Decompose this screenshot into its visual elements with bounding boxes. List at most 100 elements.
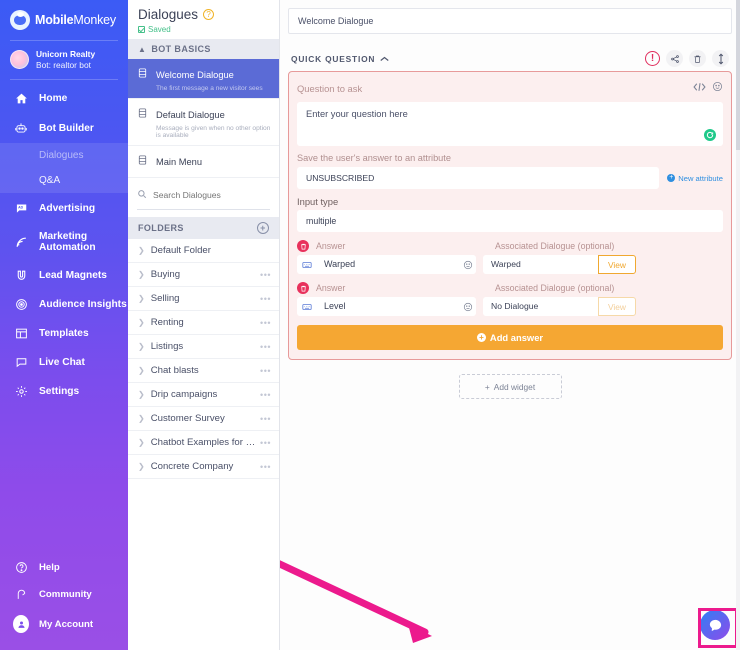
sidebar-item-lead-magnets[interactable]: Lead Magnets	[0, 261, 128, 290]
folder-menu-icon[interactable]: •••	[260, 366, 271, 376]
error-icon[interactable]: !	[645, 51, 660, 66]
keyboard-icon[interactable]	[297, 297, 316, 316]
bot-basics-section-header[interactable]: ▲ BOT BASICS	[128, 39, 279, 59]
keyboard-icon[interactable]	[297, 255, 316, 274]
question-textarea[interactable]: Enter your question here	[297, 102, 723, 146]
dialogue-item-default[interactable]: Default Dialogue Message is given when n…	[128, 99, 279, 146]
smiley-icon[interactable]	[712, 79, 723, 97]
input-type-select[interactable]: multiple	[297, 210, 723, 232]
widget-label[interactable]: QUICK QUESTION	[291, 54, 389, 64]
view-button[interactable]: View	[598, 297, 636, 316]
question-label: Question to ask	[297, 83, 362, 94]
folder-row[interactable]: ❯Chat blasts•••	[128, 359, 279, 383]
sidebar-item-templates[interactable]: Templates	[0, 319, 128, 348]
folder-menu-icon[interactable]: •••	[260, 294, 271, 304]
associated-dialogue-label: Associated Dialogue (optional)	[495, 283, 614, 293]
folder-name: Default Folder	[151, 245, 271, 256]
brand-logo-block[interactable]: MobileMonkey	[0, 0, 128, 40]
folder-row[interactable]: ❯Concrete Company•••	[128, 455, 279, 479]
search-icon	[137, 186, 147, 204]
target-icon	[13, 298, 29, 311]
dialogue-title-input[interactable]: Welcome Dialogue	[288, 8, 732, 34]
folder-menu-icon[interactable]: •••	[260, 462, 271, 472]
connect-nodes-icon[interactable]	[666, 50, 683, 67]
folder-row[interactable]: ❯Selling•••	[128, 287, 279, 311]
chevron-up-icon[interactable]	[380, 54, 389, 64]
account-name: Unicorn Realty	[36, 49, 95, 60]
dialogue-subtitle: The first message a new visitor sees	[156, 85, 263, 92]
section-label: BOT BASICS	[151, 44, 211, 54]
associated-dialogue-input[interactable]: Warped	[483, 255, 598, 274]
input-type-label: Input type	[297, 196, 723, 207]
folder-row[interactable]: ❯Drip campaigns•••	[128, 383, 279, 407]
code-brackets-icon[interactable]	[693, 79, 706, 97]
new-attribute-button[interactable]: + New attribute	[667, 174, 723, 183]
associated-dialogue-label: Associated Dialogue (optional)	[495, 241, 614, 251]
folder-row[interactable]: ❯ Customer Survey•••	[128, 407, 279, 431]
folder-menu-icon[interactable]: •••	[260, 342, 271, 352]
answer-input[interactable]: Level	[316, 297, 459, 316]
question-mark-icon[interactable]: ?	[203, 9, 214, 20]
sidebar-nav: Home Bot Builder Dialogues Q&A AD Advert…	[0, 84, 128, 406]
community-icon	[13, 588, 29, 601]
sidebar-item-bot-builder[interactable]: Bot Builder	[0, 113, 128, 143]
divider	[10, 79, 118, 80]
add-answer-button[interactable]: + Add answer	[297, 325, 723, 350]
smiley-icon[interactable]	[459, 297, 476, 316]
chevron-right-icon: ❯	[138, 414, 145, 423]
smiley-icon[interactable]	[459, 255, 476, 274]
avatar	[10, 50, 29, 69]
account-block[interactable]: Unicorn Realty Bot: realtor bot	[0, 41, 128, 79]
view-button[interactable]: View	[598, 255, 636, 274]
delete-answer-icon[interactable]	[297, 240, 309, 252]
reorder-icon[interactable]	[712, 50, 729, 67]
sidebar-item-label: Home	[39, 93, 67, 104]
sidebar-item-live-chat[interactable]: Live Chat	[0, 348, 128, 377]
trash-icon[interactable]	[689, 50, 706, 67]
answer-row: Answer Associated Dialogue (optional) Wa…	[297, 240, 723, 274]
answer-input[interactable]: Warped	[316, 255, 459, 274]
sidebar-item-home[interactable]: Home	[0, 84, 128, 113]
sidebar-item-marketing-automation[interactable]: Marketing Automation	[0, 223, 128, 261]
folders-label: FOLDERS	[138, 223, 184, 233]
dialogue-icon	[137, 153, 150, 171]
sidebar-item-settings[interactable]: Settings	[0, 377, 128, 406]
folder-menu-icon[interactable]: •••	[260, 318, 271, 328]
add-widget-button[interactable]: + Add widget	[459, 374, 562, 399]
folder-menu-icon[interactable]: •••	[260, 270, 271, 280]
attribute-input[interactable]: UNSUBSCRIBED	[297, 167, 659, 189]
search-dialogues-row[interactable]	[137, 186, 270, 210]
folder-name: Concrete Company	[151, 461, 260, 472]
user-avatar-wrap	[13, 615, 29, 633]
folder-row[interactable]: ❯Renting•••	[128, 311, 279, 335]
folder-row[interactable]: ❯Buying•••	[128, 263, 279, 287]
refresh-icon[interactable]	[704, 129, 716, 141]
folder-row[interactable]: ❯Default Folder	[128, 239, 279, 263]
folder-menu-icon[interactable]: •••	[260, 390, 271, 400]
dialogue-item-main-menu[interactable]: Main Menu	[128, 146, 279, 178]
delete-answer-icon[interactable]	[297, 282, 309, 294]
magnet-icon	[13, 269, 29, 282]
sidebar-item-my-account[interactable]: My Account	[0, 608, 128, 640]
sidebar-item-help[interactable]: Help	[0, 554, 128, 581]
folder-row[interactable]: ❯Chatbot Examples for Webs•••	[128, 431, 279, 455]
plus-icon: +	[477, 333, 486, 342]
sidebar-item-qa[interactable]: Q&A	[0, 168, 128, 193]
sidebar-item-dialogues[interactable]: Dialogues	[0, 143, 128, 168]
folder-name: Customer Survey	[151, 413, 260, 424]
associated-dialogue-input[interactable]: No Dialogue	[483, 297, 598, 316]
scrollbar-thumb[interactable]	[736, 0, 740, 150]
answer-label: Answer	[316, 241, 488, 251]
folder-menu-icon[interactable]: •••	[260, 414, 271, 424]
sidebar-item-advertising[interactable]: AD Advertising	[0, 193, 128, 223]
folder-menu-icon[interactable]: •••	[260, 438, 271, 448]
sidebar-item-audience-insights[interactable]: Audience Insights	[0, 290, 128, 319]
dialogue-item-welcome[interactable]: Welcome Dialogue The first message a new…	[128, 59, 279, 99]
folder-row[interactable]: ❯Listings•••	[128, 335, 279, 359]
sidebar-item-label: My Account	[39, 619, 93, 630]
search-input[interactable]	[153, 190, 270, 200]
page-title: Dialogues ?	[138, 7, 269, 22]
plus-circle-icon[interactable]: +	[257, 222, 269, 234]
sidebar-item-community[interactable]: Community	[0, 581, 128, 608]
scrollbar-track[interactable]	[736, 0, 740, 650]
